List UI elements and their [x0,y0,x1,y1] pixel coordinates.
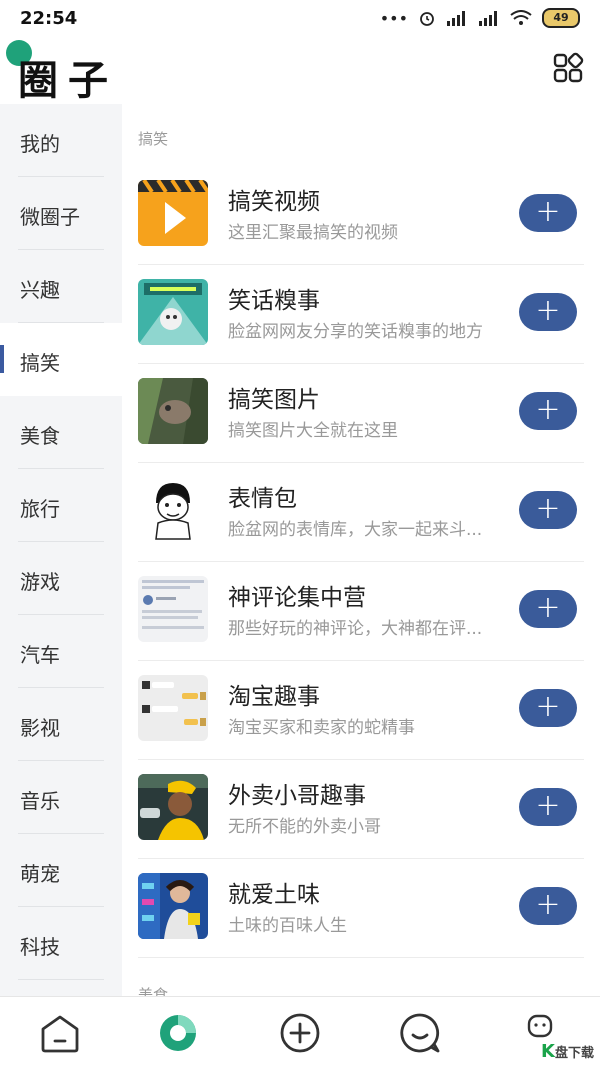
grid-menu-icon[interactable] [552,52,584,84]
meme-face-thumbnail [138,477,208,543]
circle-name: 淘宝趣事 [228,684,320,710]
signal-icon-2 [479,11,497,26]
circle-name: 表情包 [228,486,297,512]
header: 圈子 [0,38,600,104]
sidebar-item-label: 科技 [20,935,60,959]
wifi-icon [510,10,532,25]
profile-icon[interactable] [526,1013,554,1041]
add-button[interactable]: + [519,590,577,628]
sidebar-item-movies[interactable]: 影视 [0,688,122,761]
add-button[interactable]: + [519,194,577,232]
status-time: 22:54 [20,8,78,29]
list-item[interactable]: 搞笑图片 搞笑图片大全就在这里 + [138,364,584,463]
battery-indicator: 49 [542,8,580,28]
sidebar-item-pets[interactable]: 萌宠 [0,834,122,907]
add-button[interactable]: + [519,788,577,826]
circle-name: 神评论集中营 [228,585,366,611]
circle-description: 脸盆网的表情库，大家一起来斗... [228,520,483,540]
sidebar-item-label: 美食 [20,424,60,448]
active-indicator [0,345,4,373]
sidebar-item-cars[interactable]: 汽车 [0,615,122,688]
next-section-header: 美食 [138,986,169,996]
sidebar-item-games[interactable]: 游戏 [0,542,122,615]
list-item[interactable]: 搞笑视频 这里汇聚最搞笑的视频 + [138,166,584,265]
sidebar-item-label: 音乐 [20,789,60,813]
circle-name: 就爱土味 [228,882,320,908]
sidebar-item-label: 微圈子 [20,205,80,229]
alarm-icon [420,12,434,26]
sidebar-item-music[interactable]: 音乐 [0,761,122,834]
animal-photo-thumbnail [138,378,208,444]
sidebar-item-label: 我的 [20,132,60,156]
circle-description: 这里汇聚最搞笑的视频 [228,223,398,243]
page-title: 圈子 [18,58,118,104]
add-button[interactable]: + [519,293,577,331]
circle-name: 搞笑视频 [228,189,320,215]
list-item[interactable]: 神评论集中营 那些好玩的神评论，大神都在评... + [138,562,584,661]
circle-list: 搞笑 搞笑视频 这里汇聚最搞笑的视频 + 笑话糗事 脸盆网网友分享的笑话糗事的地… [122,104,600,996]
sidebar-item-label: 汽车 [20,643,60,667]
circle-name: 笑话糗事 [228,288,320,314]
joke-thumbnail [138,279,208,345]
sidebar-item-label: 游戏 [20,570,60,594]
sidebar-item-food[interactable]: 美食 [0,396,122,469]
status-icons: ••• 49 [380,8,580,28]
bottom-nav: K盘下载 [0,996,600,1068]
circle-description: 搞笑图片大全就在这里 [228,421,398,441]
list-item[interactable]: 就爱土味 土味的百味人生 + [138,859,584,958]
circle-nav-icon[interactable] [156,1011,200,1055]
add-button[interactable]: + [519,392,577,430]
delivery-photo-thumbnail [138,774,208,840]
circle-name: 外卖小哥趣事 [228,783,366,809]
sidebar-item-label: 影视 [20,716,60,740]
add-button[interactable]: + [519,689,577,727]
sidebar-item-label: 搞笑 [20,351,60,375]
list-item[interactable]: 外卖小哥趣事 无所不能的外卖小哥 + [138,760,584,859]
signal-icon [447,11,465,26]
sidebar-item-label: 萌宠 [20,862,60,886]
poster-thumbnail [138,873,208,939]
circle-name: 搞笑图片 [228,387,320,413]
add-button[interactable]: + [519,887,577,925]
sidebar-item-label: 兴趣 [20,278,60,302]
play-thumbnail [138,180,208,246]
circle-description: 无所不能的外卖小哥 [228,817,381,837]
sidebar-item-tech[interactable]: 科技 [0,907,122,980]
more-dots-icon: ••• [379,8,408,28]
circle-description: 土味的百味人生 [228,916,347,936]
chat-screenshot-thumbnail [138,675,208,741]
list-item[interactable]: 笑话糗事 脸盆网网友分享的笑话糗事的地方 + [138,265,584,364]
add-post-icon[interactable] [278,1011,322,1055]
circle-description: 那些好玩的神评论，大神都在评... [228,619,483,639]
list-item[interactable]: 表情包 脸盆网的表情库，大家一起来斗... + [138,463,584,562]
sidebar-item-micro-circle[interactable]: 微圈子 [0,177,122,250]
section-header: 搞笑 [138,130,169,148]
add-button[interactable]: + [519,491,577,529]
home-icon[interactable] [38,1011,82,1055]
sidebar-item-interest[interactable]: 兴趣 [0,250,122,323]
circle-description: 淘宝买家和卖家的蛇精事 [228,718,415,738]
category-sidebar: 我的 微圈子 兴趣 搞笑 美食 旅行 游戏 汽车 影视 音乐 萌宠 科技 [0,104,122,996]
watermark-logo: K盘下载 [541,1041,594,1062]
comment-screenshot-thumbnail [138,576,208,642]
list-item[interactable]: 淘宝趣事 淘宝买家和卖家的蛇精事 + [138,661,584,760]
message-icon[interactable] [398,1011,442,1055]
sidebar-item-label: 旅行 [20,497,60,521]
status-bar: 22:54 ••• 49 [0,0,600,38]
sidebar-item-mine[interactable]: 我的 [0,104,122,177]
sidebar-item-travel[interactable]: 旅行 [0,469,122,542]
sidebar-item-funny[interactable]: 搞笑 [0,323,122,396]
circle-description: 脸盆网网友分享的笑话糗事的地方 [228,322,483,342]
